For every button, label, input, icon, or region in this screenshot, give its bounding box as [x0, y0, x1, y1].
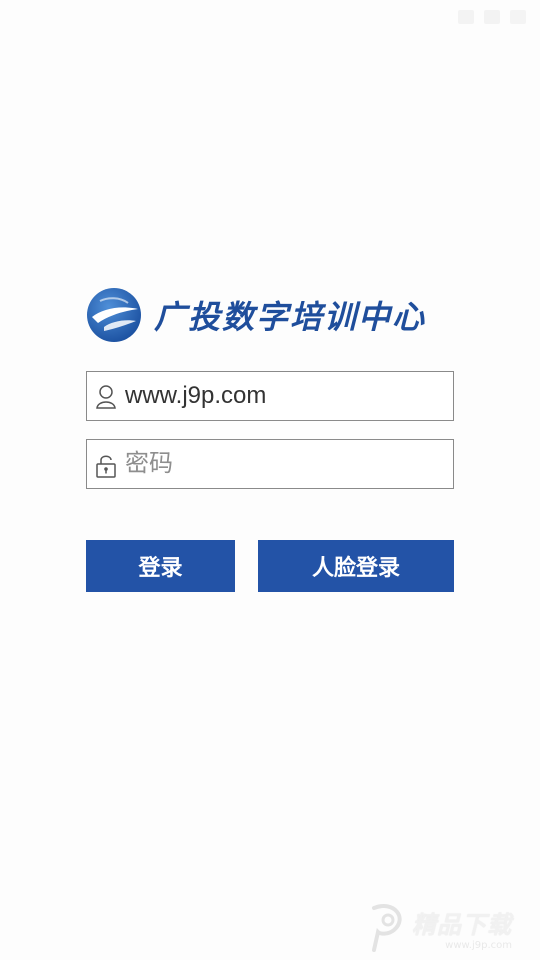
user-icon: [96, 385, 116, 409]
lock-icon: [96, 455, 116, 478]
watermark: 精品下载 www.j9p.com: [364, 900, 534, 956]
brand-name: 广投数字培训中心: [154, 298, 427, 336]
face-login-button[interactable]: 人脸登录: [258, 540, 454, 592]
watermark-title: 精品下载: [412, 911, 512, 939]
password-field[interactable]: [86, 439, 454, 489]
globe-plane-logo-icon: [87, 288, 141, 342]
wifi-icon: [484, 10, 500, 24]
signal-icon: [458, 10, 474, 24]
status-icons: [458, 10, 526, 24]
status-bar: [0, 0, 540, 36]
watermark-logo-icon: [372, 904, 402, 952]
brand-header: 广投数字培训中心: [86, 286, 454, 344]
password-input[interactable]: [125, 440, 443, 488]
watermark-url: www.j9p.com: [445, 940, 512, 951]
username-field[interactable]: [86, 371, 454, 421]
login-button[interactable]: 登录: [86, 540, 235, 592]
battery-icon: [510, 10, 526, 24]
username-input[interactable]: [125, 372, 443, 420]
